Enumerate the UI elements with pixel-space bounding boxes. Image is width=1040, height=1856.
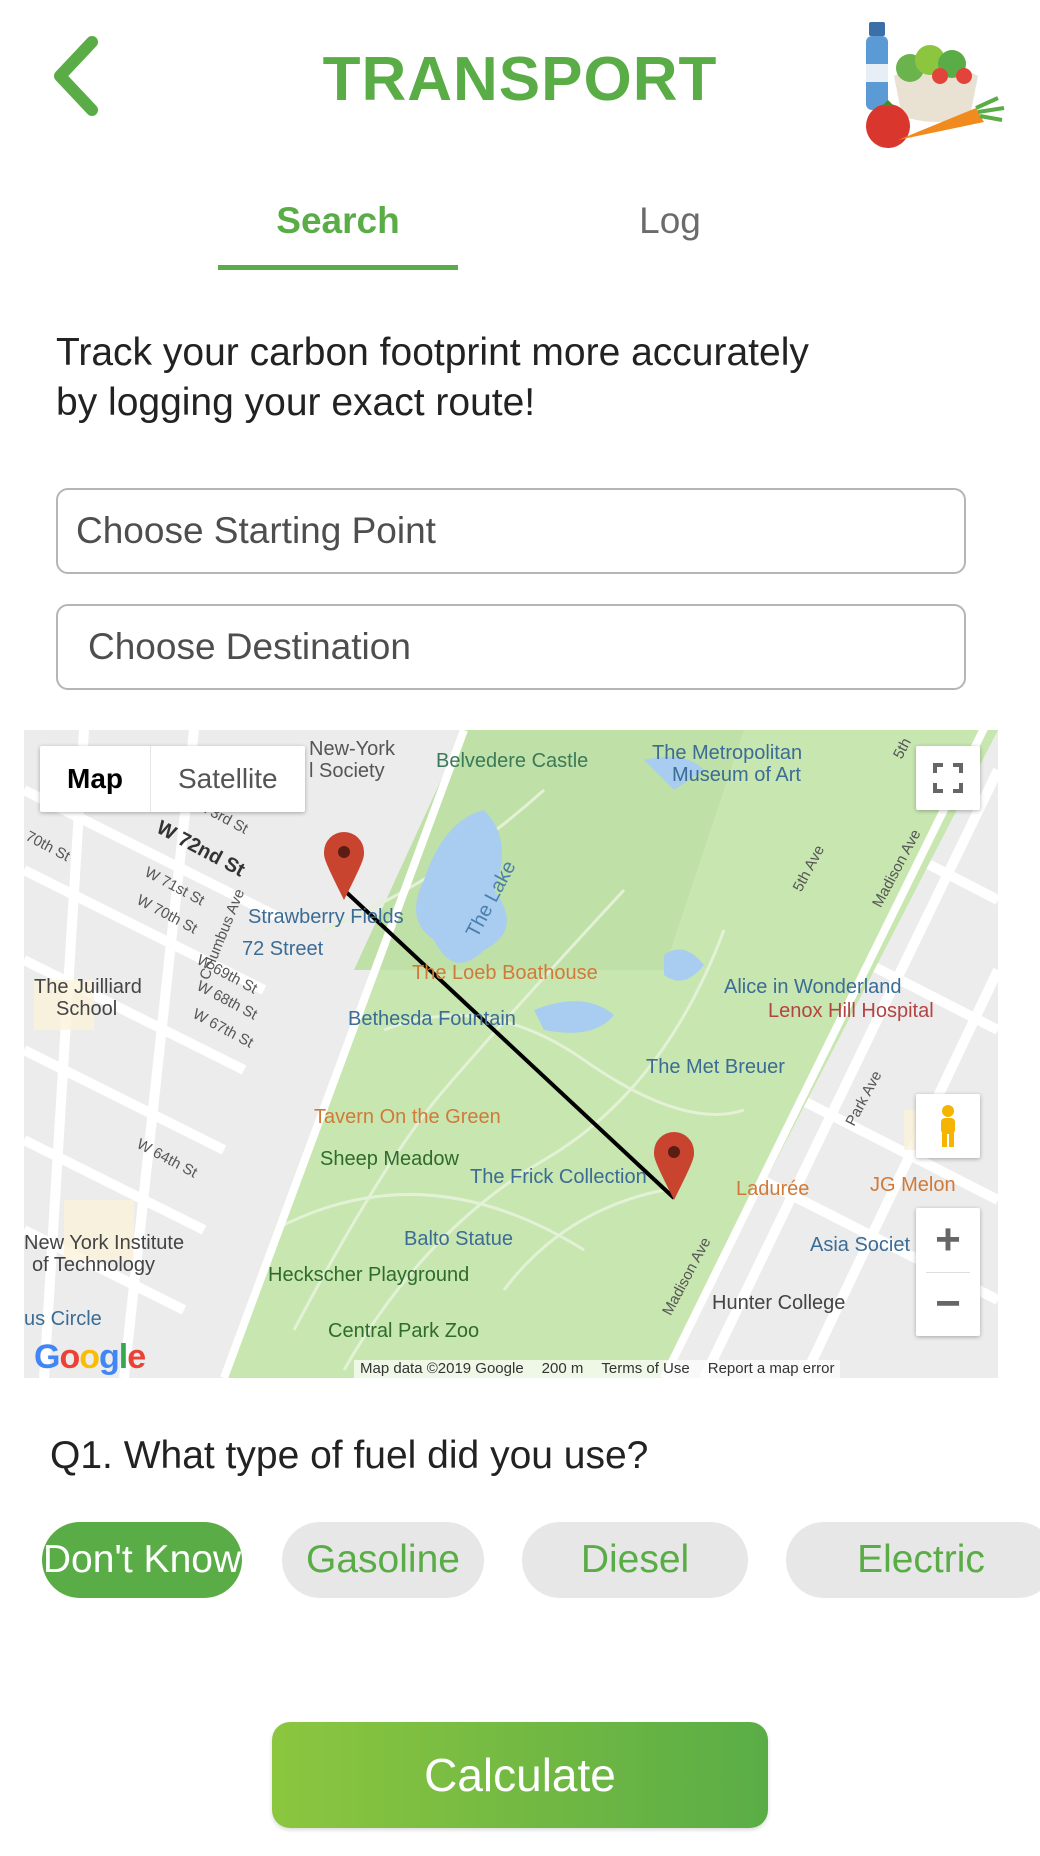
map-label: Asia Societ xyxy=(810,1234,911,1256)
intro-text: Track your carbon footprint more accurat… xyxy=(56,328,956,428)
map-data-credit: Map data ©2019 Google xyxy=(360,1360,524,1377)
map-type-toggle: Map Satellite xyxy=(40,746,305,812)
zoom-control: + − xyxy=(916,1208,980,1336)
map-label: School xyxy=(56,998,118,1020)
fullscreen-button[interactable] xyxy=(916,746,980,810)
google-logo: Google xyxy=(34,1338,146,1376)
map-label: Alice in Wonderland xyxy=(724,976,902,998)
map-attribution: Map data ©2019 Google 200 m Terms of Use… xyxy=(354,1360,841,1378)
fuel-option-gasoline[interactable]: Gasoline xyxy=(282,1522,484,1598)
zoom-out-button[interactable]: − xyxy=(916,1273,980,1337)
map-label: Belvedere Castle xyxy=(436,750,589,772)
destination-placeholder: Choose Destination xyxy=(88,626,411,667)
street-view-button[interactable] xyxy=(916,1094,980,1158)
starting-point-placeholder: Choose Starting Point xyxy=(76,510,436,551)
map-label: New York Institute xyxy=(24,1232,185,1254)
map-scale: 200 m xyxy=(541,1360,584,1377)
map-label: Museum of Art xyxy=(672,764,801,786)
fullscreen-icon xyxy=(933,763,963,793)
map-label: 72 Street xyxy=(242,938,324,960)
map-label: The Loeb Boathouse xyxy=(412,962,598,984)
calculate-button[interactable]: Calculate xyxy=(272,1722,768,1828)
map-label: Hunter College xyxy=(712,1292,846,1314)
map-label: Heckscher Playground xyxy=(268,1264,470,1286)
map-label: Ladurée xyxy=(736,1178,810,1200)
map-label: Sheep Meadow xyxy=(320,1148,459,1170)
fuel-option-dont-know[interactable]: Don't Know xyxy=(42,1522,242,1598)
map-label: The Juilliard xyxy=(34,976,142,998)
map-label: us Circle xyxy=(24,1308,102,1330)
map-view-button[interactable]: Map xyxy=(40,746,151,812)
map-label: The Met Breuer xyxy=(646,1056,785,1078)
map-label: The Frick Collection xyxy=(470,1166,647,1188)
starting-point-input[interactable]: Choose Starting Point xyxy=(56,488,966,574)
fuel-option-electric[interactable]: Electric xyxy=(786,1522,1040,1598)
tab-log[interactable]: Log xyxy=(560,200,780,242)
route-map[interactable]: Belvedere Castle New-York l Society The … xyxy=(24,730,998,1378)
fuel-question: Q1. What type of fuel did you use? xyxy=(50,1434,649,1477)
report-error-link[interactable]: Report a map error xyxy=(708,1360,835,1378)
zoom-in-button[interactable]: + xyxy=(916,1208,980,1272)
pegman-icon xyxy=(941,1105,955,1147)
map-label: Central Park Zoo xyxy=(328,1320,480,1342)
map-label: Strawberry Fields xyxy=(248,906,404,928)
destination-input[interactable]: Choose Destination xyxy=(56,604,966,690)
map-label: Balto Statue xyxy=(404,1228,513,1250)
map-label: Bethesda Fountain xyxy=(348,1008,516,1030)
intro-line-1: Track your carbon footprint more accurat… xyxy=(56,331,809,374)
map-label: l Society xyxy=(309,760,385,782)
terms-link[interactable]: Terms of Use xyxy=(601,1360,689,1378)
map-label: New-York xyxy=(309,738,395,760)
map-label: Lenox Hill Hospital xyxy=(768,1000,934,1022)
map-label: of Technology xyxy=(32,1254,156,1276)
food-basket-logo xyxy=(858,16,1008,150)
fuel-option-diesel[interactable]: Diesel xyxy=(522,1522,748,1598)
map-label: Tavern On the Green xyxy=(314,1106,501,1128)
tab-search[interactable]: Search xyxy=(218,200,458,242)
satellite-view-button[interactable]: Satellite xyxy=(151,746,305,812)
map-label: The Metropolitan xyxy=(652,742,803,764)
intro-line-2: by logging your exact route! xyxy=(56,381,536,424)
active-tab-indicator xyxy=(218,265,458,270)
map-label: JG Melon xyxy=(870,1174,956,1196)
